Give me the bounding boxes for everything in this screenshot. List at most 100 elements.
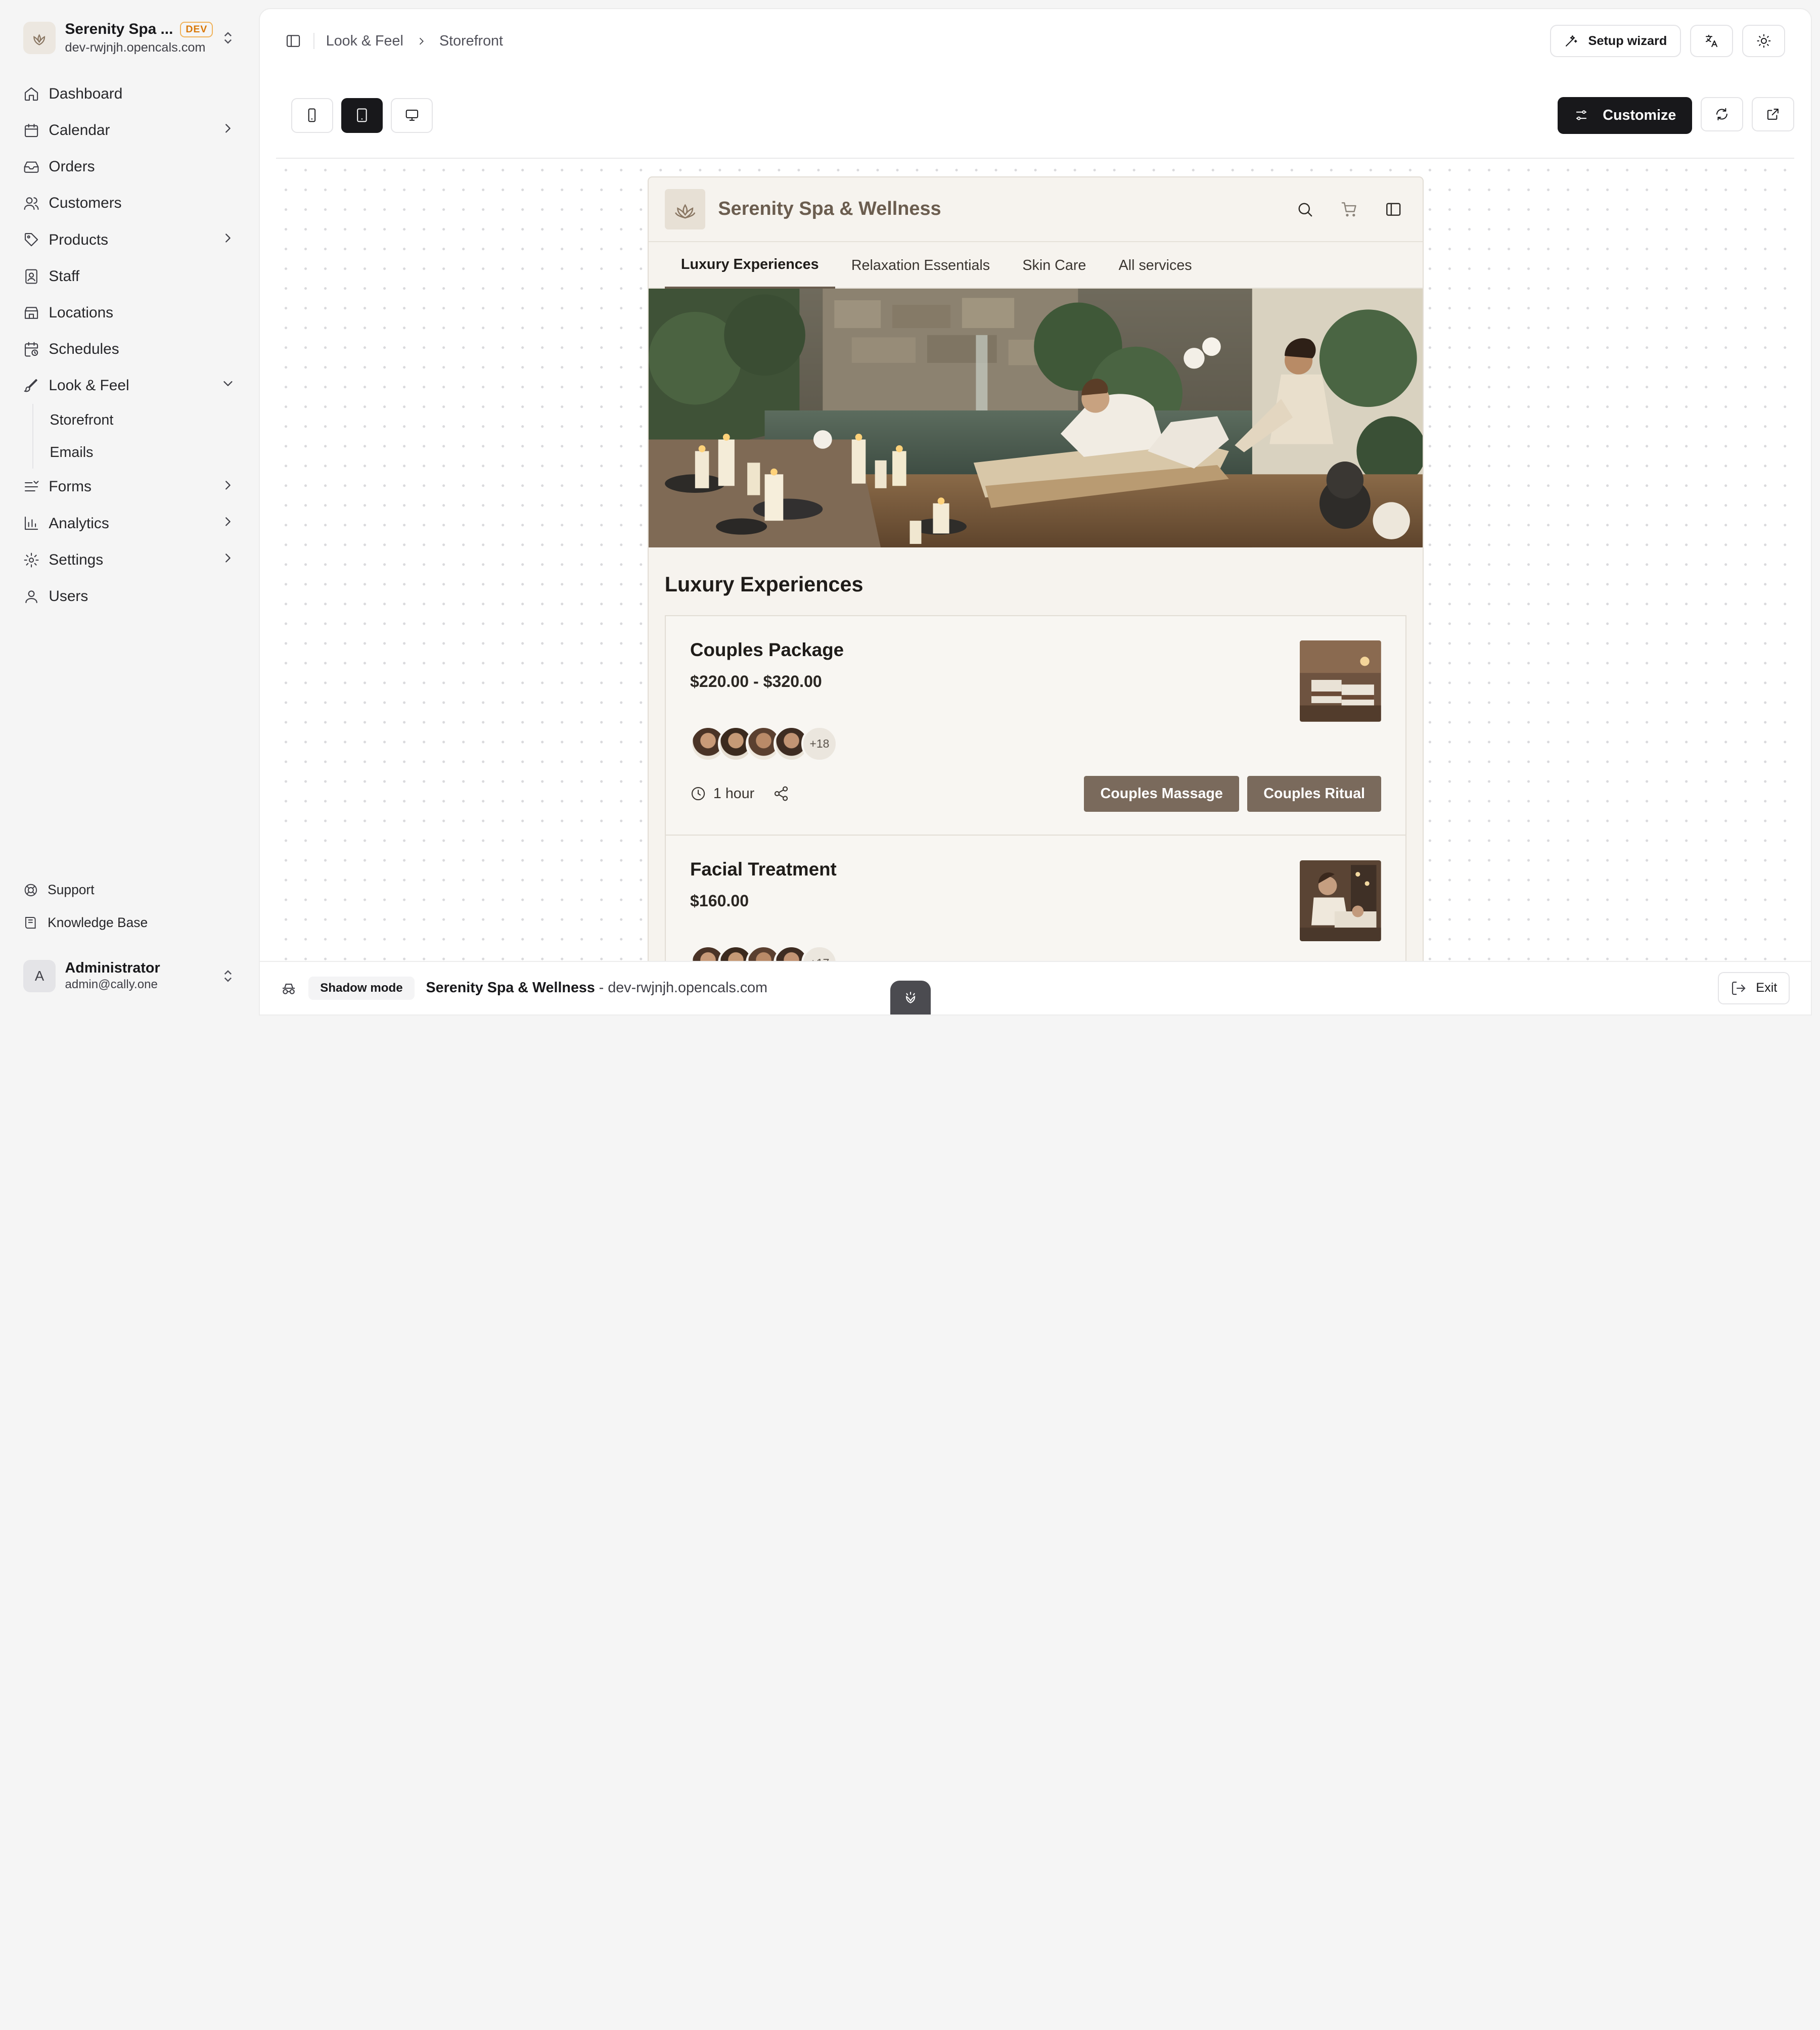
avatar: A [23,959,56,992]
wand-icon [1566,35,1577,47]
desktop-view-button[interactable] [391,98,433,133]
variant-button-couples-massage[interactable]: Couples Massage [1084,775,1240,812]
divider [313,33,314,50]
nav-label: Locations [49,304,114,321]
mobile-view-button[interactable] [291,98,333,133]
shadow-domain: dev-rwjnjh.opencals.com [608,980,768,996]
org-switcher[interactable]: Serenity Spa ... DEV dev-rwjnjh.opencals… [14,14,245,67]
shadow-mode-bar: Shadow mode Serenity Spa & Wellness - de… [259,961,1811,1014]
lotus-icon [905,992,915,1004]
brush-icon [24,379,37,392]
store-tab-all[interactable]: All services [1102,242,1208,289]
sub-item-storefront[interactable]: Storefront [33,404,245,436]
chevron-right-icon [220,121,236,140]
clock-icon [691,787,705,801]
customize-button[interactable]: Customize [1557,97,1693,134]
chevron-right-icon [220,230,236,250]
users-icon [24,197,39,210]
knowledge-base-link[interactable]: Knowledge Base [14,906,245,939]
nav-item-look-feel[interactable]: Look & Feel [14,367,245,404]
user-icon [25,590,37,603]
language-button[interactable] [1690,25,1733,58]
calendar-clock-icon [24,342,38,357]
shadow-mode-info: Serenity Spa & Wellness - dev-rwjnjh.ope… [426,980,768,996]
nav-item-analytics[interactable]: Analytics [14,505,245,542]
exit-label: Exit [1756,981,1778,995]
log-out-icon [1732,981,1746,995]
store-cart-button[interactable] [1341,201,1358,218]
store-title[interactable]: Serenity Spa & Wellness [718,198,1296,220]
staff-avatars[interactable]: +18 [690,725,1381,762]
setup-wizard-button[interactable]: Setup wizard [1550,25,1681,58]
customize-label: Customize [1603,107,1676,123]
nav-item-orders[interactable]: Orders [14,149,245,185]
theme-toggle-button[interactable] [1742,25,1786,58]
store-tab-skin-care[interactable]: Skin Care [1006,242,1102,289]
sub-item-emails[interactable]: Emails [33,436,245,469]
nav-label: Staff [49,267,80,285]
duration-text: 1 hour [713,785,755,802]
storefront-preview: Serenity Spa & Wellness Luxury Experienc… [647,176,1424,961]
org-logo [23,21,56,55]
nav-item-locations[interactable]: Locations [14,295,245,331]
service-card[interactable]: Couples Package $220.00 - $320.00 +18 1 … [664,615,1407,836]
variant-button-couples-ritual[interactable]: Couples Ritual [1247,775,1382,812]
tablet-view-button[interactable] [341,98,383,133]
store-tab-relaxation[interactable]: Relaxation Essentials [835,242,1007,289]
support-link[interactable]: Support [14,874,245,906]
shadow-mode-badge: Shadow mode [308,976,415,1000]
chevron-right-icon [220,478,236,497]
search-icon [1298,203,1312,217]
nav-label: Schedules [49,340,119,357]
chevron-right-icon [220,550,236,570]
hero-image [648,288,1423,547]
contact-icon [25,269,37,284]
widget-handle[interactable] [890,981,931,1014]
service-duration: 1 hour [690,786,754,802]
sliders-icon [1576,110,1586,120]
service-card[interactable]: Facial Treatment $160.00 +17 [664,836,1407,961]
refresh-button[interactable] [1700,97,1744,132]
chevron-right-icon [419,37,424,45]
nav-item-forms[interactable]: Forms [14,469,245,505]
nav-label: Analytics [49,515,109,532]
breadcrumb-parent[interactable]: Look & Feel [326,33,403,50]
store-icon [24,306,38,319]
breadcrumb-current: Storefront [439,32,503,49]
sidebar: Serenity Spa ... DEV dev-rwjnjh.opencals… [0,0,259,1016]
life-buoy-icon [24,884,37,897]
nav-item-settings[interactable]: Settings [14,542,245,578]
calendar-icon [24,124,38,137]
tablet-icon [357,108,367,122]
preview-canvas: Serenity Spa & Wellness Luxury Experienc… [276,160,1795,961]
exit-shadow-button[interactable]: Exit [1717,972,1790,1005]
nav-item-staff[interactable]: Staff [14,258,245,295]
nav-item-customers[interactable]: Customers [14,185,245,221]
nav-label: Products [49,231,109,248]
languages-icon [1706,34,1718,48]
more-staff-count: +18 [801,725,838,762]
preview-toolbar: Customize [276,73,1795,159]
nav-item-calendar[interactable]: Calendar [14,112,245,149]
nav-item-products[interactable]: Products [14,222,245,258]
book-icon [25,917,36,929]
nav-item-schedules[interactable]: Schedules [14,331,245,367]
sun-icon [1757,34,1771,48]
staff-avatars[interactable]: +17 [690,945,1381,961]
panel-right-icon [1386,203,1401,216]
open-external-button[interactable] [1751,97,1795,132]
share-button[interactable] [773,786,789,802]
knowledge-base-label: Knowledge Base [48,914,148,930]
nav-item-dashboard[interactable]: Dashboard [14,76,245,112]
user-menu[interactable]: A Administrator admin@cally.one [14,950,245,1001]
store-panel-button[interactable] [1385,201,1402,218]
text-align-icon [24,481,39,492]
sidebar-toggle-button[interactable] [285,33,301,49]
store-search-button[interactable] [1296,201,1313,218]
store-tab-luxury[interactable]: Luxury Experiences [664,242,835,289]
tag-icon [24,233,38,247]
sidebar-footer: Support Knowledge Base A Administrator a… [14,874,245,1001]
main-nav: Dashboard Calendar Orders Customers Prod… [14,76,245,615]
nav-item-users[interactable]: Users [14,578,245,615]
store-logo[interactable] [664,189,706,230]
